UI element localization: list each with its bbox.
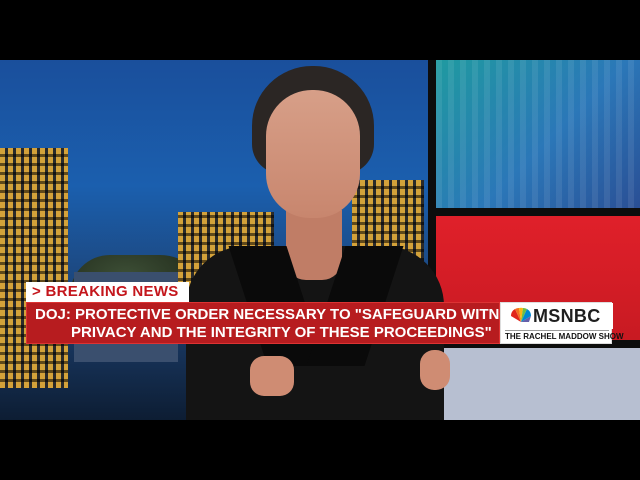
video-frame xyxy=(0,60,640,420)
letterbox-bottom xyxy=(0,420,640,480)
headline-line-1: DOJ: PROTECTIVE ORDER NECESSARY TO "SAFE… xyxy=(35,306,530,323)
network-name: MSNBC xyxy=(533,306,601,326)
show-title: THE RACHEL MADDOW SHOW xyxy=(505,330,624,343)
monitor-teal xyxy=(436,60,640,208)
logo-top: MSNBC xyxy=(501,303,613,329)
monitor-lower xyxy=(436,348,640,420)
hand-right xyxy=(420,350,450,390)
hand-left xyxy=(250,356,294,396)
headline-text: DOJ: PROTECTIVE ORDER NECESSARY TO "SAFE… xyxy=(35,306,529,342)
peacock-icon xyxy=(510,307,532,322)
network-logo: MSNBC THE RACHEL MADDOW SHOW xyxy=(500,302,624,344)
building-left-tower xyxy=(0,148,68,388)
breaking-news-tag: > BREAKING NEWS xyxy=(26,282,189,302)
headline-bar: DOJ: PROTECTIVE ORDER NECESSARY TO "SAFE… xyxy=(26,302,529,344)
face xyxy=(266,90,360,218)
letterbox-top xyxy=(0,0,640,60)
news-anchor xyxy=(180,60,450,420)
headline-line-2: PRIVACY AND THE INTEGRITY OF THESE PROCE… xyxy=(71,324,492,341)
